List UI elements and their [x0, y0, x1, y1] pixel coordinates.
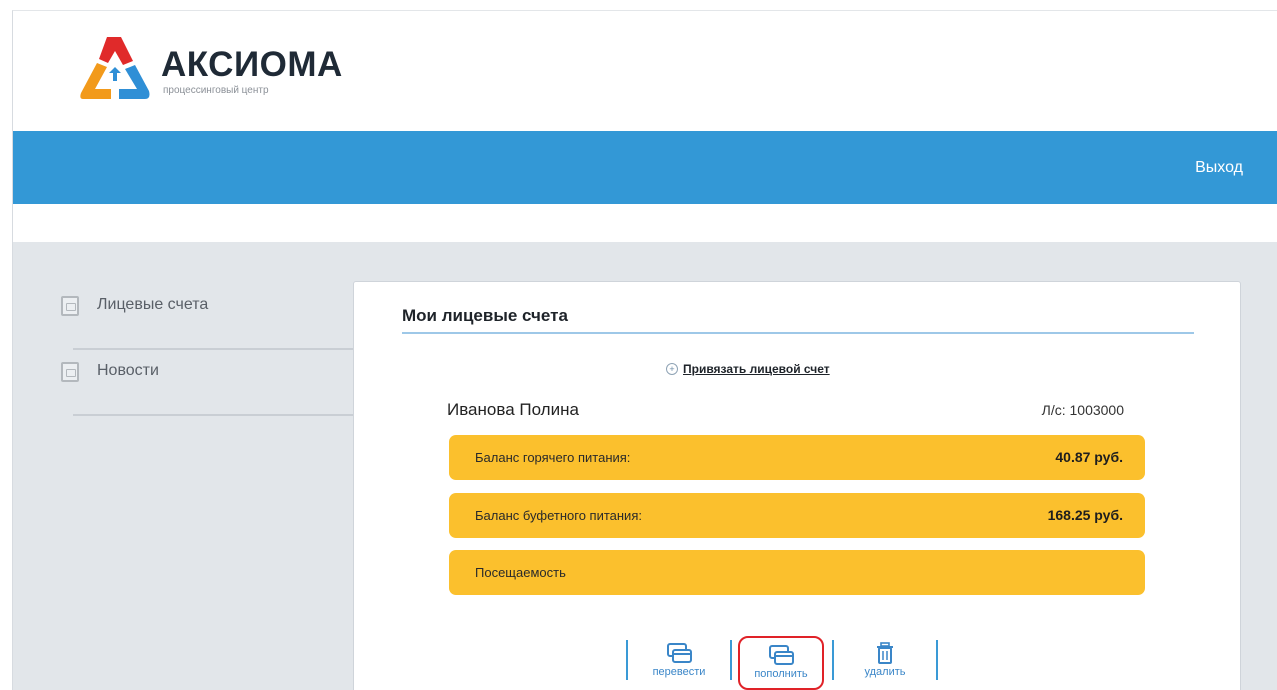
attendance-bar[interactable]: Посещаемость [449, 550, 1145, 595]
document-icon [61, 362, 79, 382]
trash-icon [877, 642, 893, 664]
header-spacer [13, 204, 1277, 242]
card-topup-icon [769, 645, 794, 665]
balance-label: Баланс горячего питания: [475, 450, 631, 465]
account-actions: перевести пополнить удалить [626, 634, 966, 690]
bind-account-label: Привязать лицевой счет [683, 362, 830, 376]
delete-label: удалить [864, 666, 906, 678]
transfer-label: перевести [652, 666, 706, 678]
header: АКСИОМА процессинговый центр [13, 11, 1277, 131]
account-number: Л/с: 1003000 [1041, 402, 1124, 418]
balance-value: 168.25 руб. [1047, 507, 1123, 523]
app-window: АКСИОМА процессинговый центр Выход Лицев… [12, 10, 1277, 690]
brand-logo[interactable]: АКСИОМА процессинговый центр [75, 33, 375, 105]
document-icon [61, 296, 79, 316]
top-navigation-bar: Выход [13, 131, 1277, 204]
attendance-label: Посещаемость [475, 565, 566, 580]
sidebar-item-accounts[interactable]: Лицевые счета [61, 284, 363, 350]
accounts-panel: Мои лицевые счета + Привязать лицевой сче… [353, 281, 1241, 690]
main-content: Лицевые счета Новости Мои лицевые счета … [13, 242, 1277, 690]
top-up-button[interactable]: пополнить [738, 636, 824, 690]
top-up-label: пополнить [754, 668, 808, 680]
axioma-logo-icon [80, 37, 150, 99]
add-circle-icon: + [666, 363, 678, 375]
account-holder-name: Иванова Полина [447, 400, 579, 419]
balance-value: 40.87 руб. [1055, 449, 1123, 465]
action-divider [626, 640, 628, 680]
transfer-button[interactable]: перевести [636, 636, 722, 690]
brand-tagline: процессинговый центр [163, 85, 269, 96]
logout-link[interactable]: Выход [1195, 159, 1243, 177]
title-divider [402, 332, 1194, 334]
delete-button[interactable]: удалить [842, 636, 928, 690]
action-divider [730, 640, 732, 680]
sidebar-item-label: Лицевые счета [97, 296, 209, 313]
hot-meal-balance-bar[interactable]: Баланс горячего питания: 40.87 руб. [449, 435, 1145, 480]
card-transfer-icon [667, 643, 692, 663]
balance-label: Баланс буфетного питания: [475, 508, 642, 523]
sidebar-item-news[interactable]: Новости [61, 350, 363, 416]
brand-name: АКСИОМА [161, 45, 343, 84]
action-divider [936, 640, 938, 680]
action-divider [832, 640, 834, 680]
sidebar-item-label: Новости [97, 362, 159, 379]
buffet-balance-bar[interactable]: Баланс буфетного питания: 168.25 руб. [449, 493, 1145, 538]
bind-account-link[interactable]: + Привязать лицевой счет [666, 362, 830, 376]
page-title: Мои лицевые счета [402, 306, 568, 325]
sidebar: Лицевые счета Новости [51, 284, 363, 416]
